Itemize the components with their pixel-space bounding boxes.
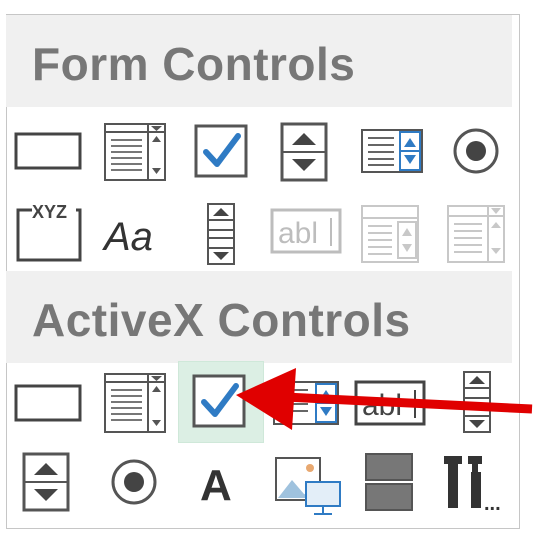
annotation-arrow xyxy=(236,368,533,430)
